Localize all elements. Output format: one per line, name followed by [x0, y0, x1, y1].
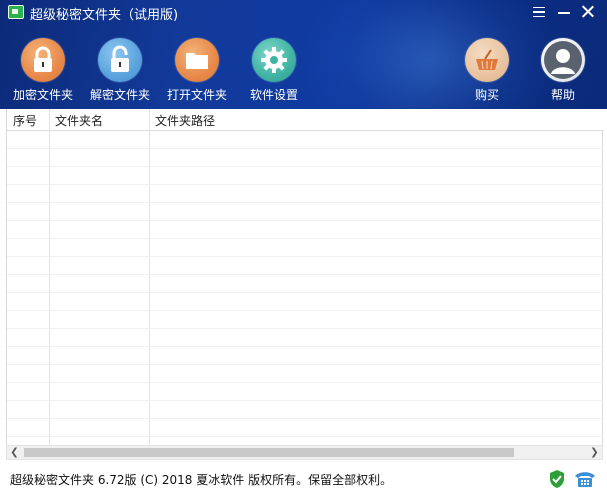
shield-icon[interactable] [548, 469, 566, 489]
folder-table[interactable]: 序号 文件夹名 文件夹路径 [6, 109, 604, 445]
column-header-index[interactable]: 序号 [13, 112, 37, 129]
help-button[interactable]: 帮助 [528, 38, 598, 104]
table-row[interactable] [7, 293, 604, 311]
gear-icon [252, 38, 296, 82]
encrypt-folder-label: 加密文件夹 [12, 88, 73, 102]
table-header: 序号 文件夹名 文件夹路径 [7, 109, 604, 131]
table-row[interactable] [7, 167, 604, 185]
app-icon [8, 5, 24, 19]
close-button[interactable] [578, 3, 598, 21]
settings-label: 软件设置 [249, 88, 298, 102]
minimize-icon [558, 12, 570, 14]
lock-closed-icon [21, 38, 65, 82]
decrypt-folder-button[interactable]: 解密文件夹 [85, 38, 155, 104]
column-header-folder-path[interactable]: 文件夹路径 [155, 112, 215, 129]
horizontal-scrollbar[interactable]: ❮ ❯ [6, 445, 603, 460]
settings-button[interactable]: 软件设置 [239, 38, 309, 104]
table-row[interactable] [7, 221, 604, 239]
column-header-folder-name[interactable]: 文件夹名 [55, 112, 103, 129]
table-row[interactable] [7, 275, 604, 293]
menu-icon [533, 7, 545, 17]
table-row[interactable] [7, 239, 604, 257]
table-row[interactable] [7, 203, 604, 221]
table-row[interactable] [7, 257, 604, 275]
scrollbar-thumb[interactable] [24, 448, 514, 457]
table-row[interactable] [7, 311, 604, 329]
user-icon [541, 38, 585, 82]
copyright-text: 超级秘密文件夹 6.72版 (C) 2018 夏冰软件 版权所有。保留全部权利。 [10, 473, 393, 487]
folder-icon [175, 38, 219, 82]
table-row[interactable] [7, 131, 604, 149]
table-row[interactable] [7, 347, 604, 365]
buy-label: 购买 [474, 88, 499, 102]
basket-icon [465, 38, 509, 82]
close-icon [581, 4, 595, 18]
table-row[interactable] [7, 149, 604, 167]
help-label: 帮助 [550, 88, 575, 102]
menu-button[interactable] [529, 3, 549, 21]
table-row[interactable] [7, 401, 604, 419]
table-row[interactable] [7, 383, 604, 401]
phone-icon[interactable] [573, 470, 597, 488]
scroll-left-icon[interactable]: ❮ [7, 446, 22, 459]
minimize-button[interactable] [554, 3, 574, 21]
title-bar: 超级秘密文件夹（试用版) [0, 0, 607, 26]
window-header: 超级秘密文件夹（试用版) 加密文件夹 解密文件夹 打开文件夹 软件设置 购买 帮… [0, 0, 607, 109]
decrypt-folder-label: 解密文件夹 [89, 88, 150, 102]
open-folder-button[interactable]: 打开文件夹 [162, 38, 232, 104]
status-bar: 超级秘密文件夹 6.72版 (C) 2018 夏冰软件 版权所有。保留全部权利。 [0, 462, 607, 495]
lock-open-icon [98, 38, 142, 82]
scroll-right-icon[interactable]: ❯ [587, 446, 602, 459]
table-row[interactable] [7, 365, 604, 383]
table-row[interactable] [7, 185, 604, 203]
buy-button[interactable]: 购买 [452, 38, 522, 104]
window-title: 超级秘密文件夹（试用版) [30, 8, 179, 23]
open-folder-label: 打开文件夹 [166, 88, 227, 102]
table-row[interactable] [7, 329, 604, 347]
table-row[interactable] [7, 419, 604, 437]
encrypt-folder-button[interactable]: 加密文件夹 [8, 38, 78, 104]
